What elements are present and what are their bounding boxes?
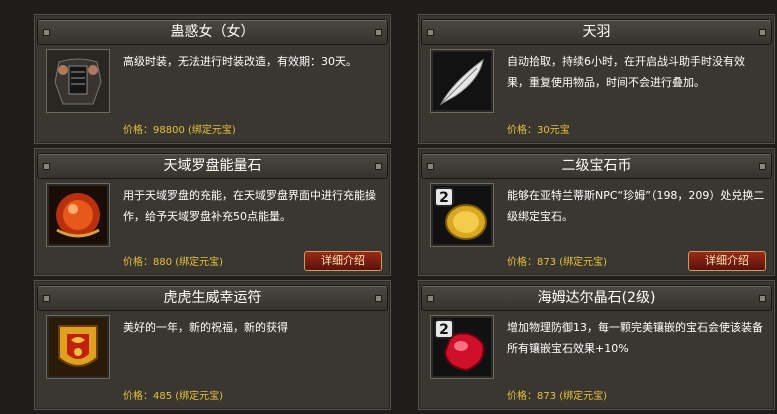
price-value: 873 (绑定元宝) (537, 391, 608, 402)
item-card-gu-huo-nu: 蛊惑女（女） 高级时装，无法进行时装改造，有效期：30天。 价格：98800 (… (34, 14, 391, 144)
price-value: 485 (绑定元宝) (153, 391, 224, 402)
item-description: 高级时装，无法进行时装改造，有效期：30天。 (123, 55, 357, 68)
item-description: 用于天域罗盘的充能，在天域罗盘界面中进行充能操作，给予天域罗盘补充50点能量。 (123, 189, 376, 223)
price-value: 880 (绑定元宝) (153, 257, 224, 268)
item-title: 天域罗盘能量石 (163, 158, 262, 174)
detail-button[interactable]: 详细介绍 (688, 251, 766, 271)
feather-icon[interactable] (430, 49, 494, 113)
item-title-bar: 二级宝石币 (421, 153, 772, 179)
gem-coin-icon[interactable]: 2 (430, 183, 494, 247)
item-price: 价格：30元宝 (507, 124, 570, 138)
item-price: 价格：880 (绑定元宝) (123, 256, 223, 270)
item-card-red-gem: 海姆达尔晶石(2级) 2 增加物理防御13，每一颗完美镶嵌的宝石会使该装备所有镶… (418, 280, 775, 410)
level-badge: 2 (439, 190, 449, 206)
price-label: 价格： (123, 391, 153, 402)
item-card-gem-coin: 二级宝石币 2 能够在亚特兰蒂斯NPC“珍姆”（198，209）处兑换二级绑定宝… (418, 148, 775, 276)
price-label: 价格： (507, 391, 537, 402)
item-title-bar: 天域罗盘能量石 (37, 153, 388, 179)
level-badge: 2 (439, 322, 449, 338)
item-description: 增加物理防御13，每一颗完美镶嵌的宝石会使该装备所有镶嵌宝石效果+10% (507, 321, 763, 355)
price-label: 价格： (123, 257, 153, 268)
lucky-charm-icon[interactable] (46, 315, 110, 379)
price-label: 价格： (507, 125, 537, 136)
red-gem-icon[interactable]: 2 (430, 315, 494, 379)
price-label: 价格： (123, 125, 153, 136)
item-title-bar: 天羽 (421, 19, 772, 45)
item-description: 自动拾取，持续6小时，在开启战斗助手时没有效果，重复使用物品，时间不会进行叠加。 (507, 55, 745, 89)
item-price: 价格：873 (绑定元宝) (507, 390, 607, 404)
item-price: 价格：873 (绑定元宝) (507, 256, 607, 270)
item-price: 价格：98800 (绑定元宝) (123, 124, 236, 138)
item-description: 美好的一年，新的祝福，新的获得 (123, 321, 288, 334)
item-card-lucky-charm: 虎虎生威幸运符 美好的一年，新的祝福，新的获得 价格：485 (绑定元宝) (34, 280, 391, 410)
item-title: 二级宝石币 (561, 158, 632, 174)
item-card-tian-yu: 天羽 自动拾取，持续6小时，在开启战斗助手时没有效果，重复使用物品，时间不会进行… (418, 14, 775, 144)
item-card-energy-stone: 天域罗盘能量石 用于天域罗盘的充能，在天域罗盘界面中进行充能操作，给予天域罗盘补… (34, 148, 391, 276)
item-description: 能够在亚特兰蒂斯NPC“珍姆”（198，209）处兑换二级绑定宝石。 (507, 189, 765, 223)
price-value: 873 (绑定元宝) (537, 257, 608, 268)
item-title: 蛊惑女（女） (170, 24, 255, 40)
item-title-bar: 蛊惑女（女） (37, 19, 388, 45)
detail-button[interactable]: 详细介绍 (304, 251, 382, 271)
item-title: 天羽 (582, 24, 611, 40)
armor-icon[interactable] (46, 49, 110, 113)
price-value: 30元宝 (537, 125, 570, 136)
item-price: 价格：485 (绑定元宝) (123, 390, 223, 404)
price-label: 价格： (507, 257, 537, 268)
price-value: 98800 (绑定元宝) (153, 125, 236, 136)
item-title: 虎虎生威幸运符 (163, 290, 262, 306)
item-title-bar: 虎虎生威幸运符 (37, 285, 388, 311)
item-title: 海姆达尔晶石(2级) (537, 290, 656, 306)
energy-stone-icon[interactable] (46, 183, 110, 247)
item-title-bar: 海姆达尔晶石(2级) (421, 285, 772, 311)
